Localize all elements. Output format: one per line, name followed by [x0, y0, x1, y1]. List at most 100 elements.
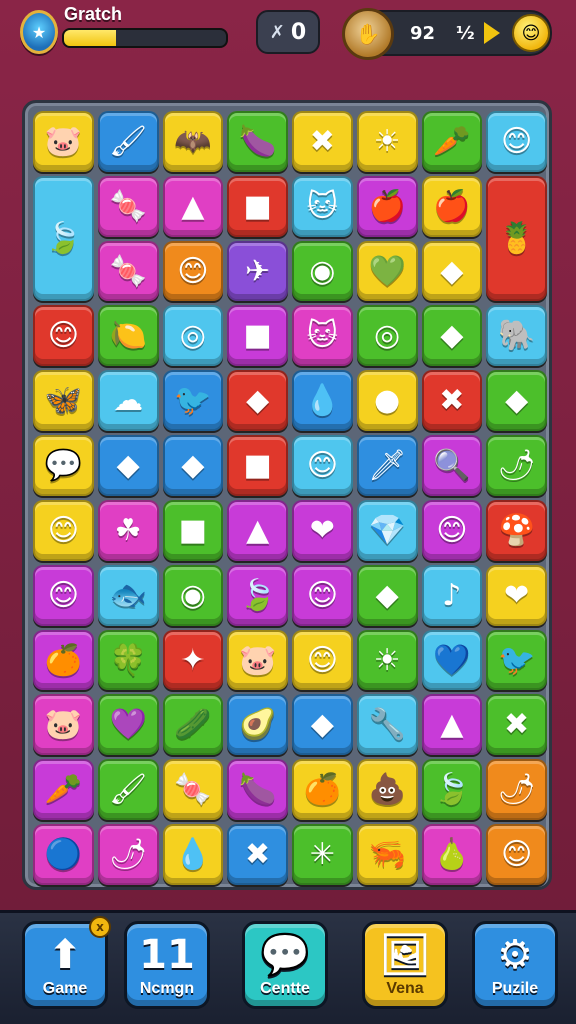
- board-tile[interactable]: ◆: [292, 694, 353, 756]
- board-tile[interactable]: ✖: [421, 370, 483, 432]
- board-tile[interactable]: ◉: [162, 564, 224, 626]
- board-tile[interactable]: 😊: [421, 499, 483, 561]
- board-tile[interactable]: ◆: [421, 305, 483, 367]
- board-tile[interactable]: 🐦: [162, 370, 224, 432]
- board-tile[interactable]: 🌶: [486, 435, 547, 496]
- board-tile[interactable]: 🔧: [356, 694, 418, 756]
- board-tile[interactable]: 🐷: [33, 694, 94, 756]
- board-tile[interactable]: ◆: [356, 564, 418, 626]
- nav-button-centte[interactable]: 💬 Centte: [242, 921, 328, 1009]
- board-tile[interactable]: ☀: [356, 629, 418, 691]
- board-tile[interactable]: 🐘: [486, 305, 547, 367]
- board-tile[interactable]: 🥒: [162, 694, 224, 756]
- board-tile[interactable]: 🐷: [33, 111, 94, 172]
- board-tile[interactable]: 😊: [292, 435, 353, 496]
- board-tile[interactable]: 🔍: [421, 435, 483, 496]
- board-tile[interactable]: ◆: [421, 240, 483, 302]
- board-tile[interactable]: 🍃: [227, 564, 288, 626]
- board-tile[interactable]: ✖: [486, 694, 547, 756]
- board-tile[interactable]: 🍎: [356, 175, 418, 237]
- board-tile[interactable]: ✖: [227, 824, 288, 885]
- board-tile[interactable]: 🍄: [486, 499, 547, 561]
- board-tile[interactable]: ■: [227, 305, 288, 367]
- board-tile[interactable]: 🌶: [97, 824, 159, 885]
- board-tile[interactable]: ◎: [162, 305, 224, 367]
- board-tile[interactable]: 🍋: [97, 305, 159, 367]
- board-tile[interactable]: ◆: [227, 370, 288, 432]
- board-tile[interactable]: 🖌: [97, 111, 159, 172]
- board-tile[interactable]: 💚: [356, 240, 418, 302]
- board-tile[interactable]: 💜: [97, 694, 159, 756]
- shield-badge-icon[interactable]: ★: [20, 10, 58, 54]
- board-tile[interactable]: ❤: [486, 564, 547, 626]
- board-tile[interactable]: ✳: [292, 824, 353, 885]
- board-tile[interactable]: 🦋: [33, 370, 94, 432]
- nav-button-puzile[interactable]: ⚙ Puzile: [472, 921, 558, 1009]
- board-tile[interactable]: 😊: [33, 564, 94, 626]
- board-tile[interactable]: ✖: [292, 111, 353, 172]
- board-tile[interactable]: ●: [356, 370, 418, 432]
- board-tile[interactable]: ◆: [162, 435, 224, 496]
- board-tile[interactable]: 🍐: [421, 824, 483, 885]
- board-tile[interactable]: 🔵: [33, 824, 94, 885]
- board-tile[interactable]: 💧: [162, 824, 224, 885]
- board-tile[interactable]: 🥕: [421, 111, 483, 172]
- board-tile[interactable]: 🍍: [486, 175, 547, 302]
- moves-counter[interactable]: ✗ 0: [256, 10, 320, 54]
- board-tile[interactable]: ◎: [356, 305, 418, 367]
- board-tile[interactable]: ◉: [292, 240, 353, 302]
- board-tile[interactable]: 💙: [421, 629, 483, 691]
- board-tile[interactable]: 💧: [292, 370, 353, 432]
- board-tile[interactable]: ❤: [292, 499, 353, 561]
- board-tile[interactable]: 🐱: [292, 305, 353, 367]
- board-tile[interactable]: ◆: [486, 370, 547, 432]
- board-tile[interactable]: ▲: [421, 694, 483, 756]
- board-tile[interactable]: 🐟: [97, 564, 159, 626]
- board-tile[interactable]: 🌶: [486, 759, 547, 821]
- board-tile[interactable]: ✦: [162, 629, 224, 691]
- board-tile[interactable]: 😊: [33, 305, 94, 367]
- board-tile[interactable]: 😊: [292, 564, 353, 626]
- board-tile[interactable]: ♪: [421, 564, 483, 626]
- board-tile[interactable]: 🍬: [97, 175, 159, 237]
- nav-button-game[interactable]: ⬆ Game x: [22, 916, 111, 1009]
- board-tile[interactable]: 🥕: [33, 759, 94, 821]
- board-tile[interactable]: 🍊: [292, 759, 353, 821]
- board-tile[interactable]: 🦇: [162, 111, 224, 172]
- board-tile[interactable]: 🐦: [486, 629, 547, 691]
- board-tile[interactable]: ▲: [162, 175, 224, 237]
- nav-button-vena[interactable]: 🖼 Vena: [362, 921, 448, 1009]
- board-tile[interactable]: 🍊: [33, 629, 94, 691]
- board-tile[interactable]: 🥑: [227, 694, 288, 756]
- board-tile[interactable]: ☀: [356, 111, 418, 172]
- smiley-face-icon[interactable]: 😊: [512, 14, 550, 52]
- nav-button-ncmgn[interactable]: 11 Ncmgn: [124, 921, 210, 1009]
- board-tile[interactable]: 🍎: [421, 175, 483, 237]
- board-tile[interactable]: 😊: [486, 824, 547, 885]
- board-tile[interactable]: 🐱: [292, 175, 353, 237]
- board-tile[interactable]: 🍬: [97, 240, 159, 302]
- board-tile[interactable]: 🍀: [97, 629, 159, 691]
- board-tile[interactable]: ☘: [97, 499, 159, 561]
- board-tile[interactable]: ■: [227, 175, 288, 237]
- board-tile[interactable]: 🍃: [33, 175, 94, 302]
- board-tile[interactable]: 💩: [356, 759, 418, 821]
- board-tile[interactable]: 🍆: [227, 111, 288, 172]
- board-tile[interactable]: 😊: [486, 111, 547, 172]
- board-tile[interactable]: 🖌: [97, 759, 159, 821]
- board-tile[interactable]: 🍬: [162, 759, 224, 821]
- board-tile[interactable]: 🐷: [227, 629, 288, 691]
- board-tile[interactable]: 🍆: [227, 759, 288, 821]
- board-tile[interactable]: 🦐: [356, 824, 418, 885]
- board-tile[interactable]: 😊: [33, 499, 94, 561]
- board-tile[interactable]: ◆: [97, 435, 159, 496]
- board-tile[interactable]: 🗡: [356, 435, 418, 496]
- board-tile[interactable]: 😊: [162, 240, 224, 302]
- board-tile[interactable]: ▲: [227, 499, 288, 561]
- board-tile[interactable]: ■: [227, 435, 288, 496]
- board-tile[interactable]: 💎: [356, 499, 418, 561]
- board-tile[interactable]: ☁: [97, 370, 159, 432]
- board-tile[interactable]: 💬: [33, 435, 94, 496]
- board-tile[interactable]: ✈: [227, 240, 288, 302]
- board-tile[interactable]: 😊: [292, 629, 353, 691]
